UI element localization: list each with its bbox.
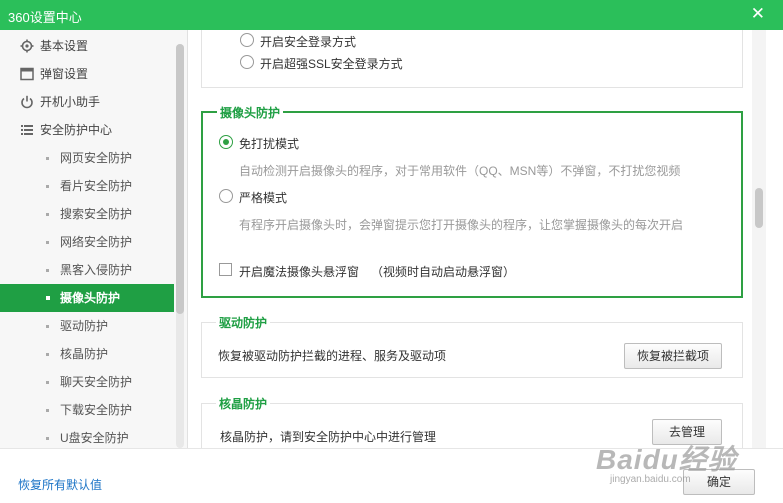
float-window-note: （视频时自动启动悬浮窗） [371,265,516,279]
sidebar: 基本设置 弹窗设置 开机小助手 安全防护中心 网页安全防护 看片安全防护 搜索安… [0,30,188,448]
sidebar-item-label: 聊天安全防护 [60,375,133,389]
bullet-icon [46,213,49,216]
power-icon [21,95,33,109]
bullet-icon [46,296,50,300]
main-panel: 开启安全登录方式 开启超强SSL安全登录方式 摄像头防护 免打扰模式 自动检测开… [189,30,783,448]
sidebar-item-label: 驱动防护 [60,319,109,333]
camera-protection-box: 摄像头防护 免打扰模式 自动检测开启摄像头的程序，对于常用软件（QQ、MSN等）… [201,104,743,298]
sidebar-subitem-driver[interactable]: 驱动防护 [0,312,174,340]
sidebar-subitem-chat[interactable]: 聊天安全防护 [0,368,174,396]
sidebar-item-basic-settings[interactable]: 基本设置 [0,32,174,60]
quiet-mode-desc: 自动检测开启摄像头的程序，对于常用软件（QQ、MSN等）不弹窗，不打扰您视频 [239,164,681,178]
window-title: 360设置中心 [8,10,82,25]
strict-mode-desc: 有程序开启摄像头时，会弹窗提示您打开摄像头的程序，让您掌握摄像头的每次开启 [239,218,684,232]
sidebar-subitem-web[interactable]: 网页安全防护 [0,144,174,172]
bullet-icon [46,157,49,160]
sidebar-item-label: 核晶防护 [60,347,109,361]
float-window-checkbox[interactable] [219,263,232,276]
driver-protection-title: 驱动防护 [216,314,271,331]
login-options-box: 开启安全登录方式 开启超强SSL安全登录方式 [201,30,743,88]
gear-icon [20,39,34,53]
float-window-label: 开启魔法摄像头悬浮窗 [239,265,360,279]
sidebar-item-label: 看片安全防护 [60,179,133,193]
login-option2-radio[interactable] [240,55,254,69]
bullet-icon [46,269,49,272]
bullet-icon [46,241,49,244]
bullet-icon [46,353,49,356]
bullet-icon [46,381,49,384]
sidebar-item-popup-settings[interactable]: 弹窗设置 [0,60,174,88]
quiet-mode-radio[interactable] [219,135,233,149]
sidebar-subitem-download[interactable]: 下载安全防护 [0,396,174,424]
login-option1-label: 开启安全登录方式 [260,35,357,49]
sidebar-item-security-center[interactable]: 安全防护中心 [0,116,174,144]
sidebar-item-label: 安全防护中心 [40,123,113,137]
bullet-icon [46,185,49,188]
sidebar-scrollbar[interactable] [176,44,184,448]
login-option2-label: 开启超强SSL安全登录方式 [260,57,403,71]
window-icon [20,67,34,81]
sidebar-subitem-search[interactable]: 搜索安全防护 [0,200,174,228]
main-scrollbar[interactable] [752,30,766,448]
strict-mode-label: 严格模式 [239,191,288,205]
close-icon[interactable]: ✕ [751,4,765,24]
restore-defaults-link[interactable]: 恢复所有默认值 [18,476,102,493]
sidebar-subitem-usb[interactable]: U盘安全防护 [0,424,174,448]
driver-protection-box: 驱动防护 恢复被驱动防护拦截的进程、服务及驱动项 恢复被拦截项 [201,314,743,378]
sidebar-subitem-kernel[interactable]: 核晶防护 [0,340,174,368]
sidebar-subitem-hacker[interactable]: 黑客入侵防护 [0,256,174,284]
bullet-icon [46,325,49,328]
sidebar-item-boot-helper[interactable]: 开机小助手 [0,88,174,116]
kernel-protection-title: 核晶防护 [216,395,271,412]
sidebar-subitem-camera[interactable]: 摄像头防护 [0,284,174,312]
sidebar-item-label: U盘安全防护 [60,431,129,445]
restore-blocked-button[interactable]: 恢复被拦截项 [624,343,722,369]
sidebar-item-label: 基本设置 [40,39,89,53]
sidebar-item-label: 开机小助手 [40,95,101,109]
sidebar-subitem-video[interactable]: 看片安全防护 [0,172,174,200]
sidebar-item-label: 搜索安全防护 [60,207,133,221]
bullet-icon [46,409,49,412]
login-option1-radio[interactable] [240,33,254,47]
kernel-protection-text: 核晶防护，请到安全防护中心中进行管理 [220,430,437,444]
scrollbar-thumb[interactable] [176,44,184,314]
quiet-mode-label: 免打扰模式 [239,137,300,151]
sidebar-item-label: 下载安全防护 [60,403,133,417]
title-bar: 360设置中心 ✕ [0,0,783,30]
watermark: Baidu经验 jingyan.baidu.com [596,438,756,485]
driver-protection-text: 恢复被驱动防护拦截的进程、服务及驱动项 [218,349,447,363]
strict-mode-radio[interactable] [219,189,233,203]
camera-protection-title: 摄像头防护 [217,104,284,121]
scrollbar-thumb[interactable] [755,188,763,228]
sidebar-subitem-network[interactable]: 网络安全防护 [0,228,174,256]
sidebar-item-label: 网页安全防护 [60,151,133,165]
list-icon [21,125,33,135]
bullet-icon [46,437,49,440]
sidebar-item-label: 黑客入侵防护 [60,263,133,277]
sidebar-item-label: 网络安全防护 [60,235,133,249]
sidebar-item-label: 摄像头防护 [60,291,121,305]
watermark-logo: Baidu经验 [596,444,737,475]
sidebar-item-label: 弹窗设置 [40,67,89,81]
